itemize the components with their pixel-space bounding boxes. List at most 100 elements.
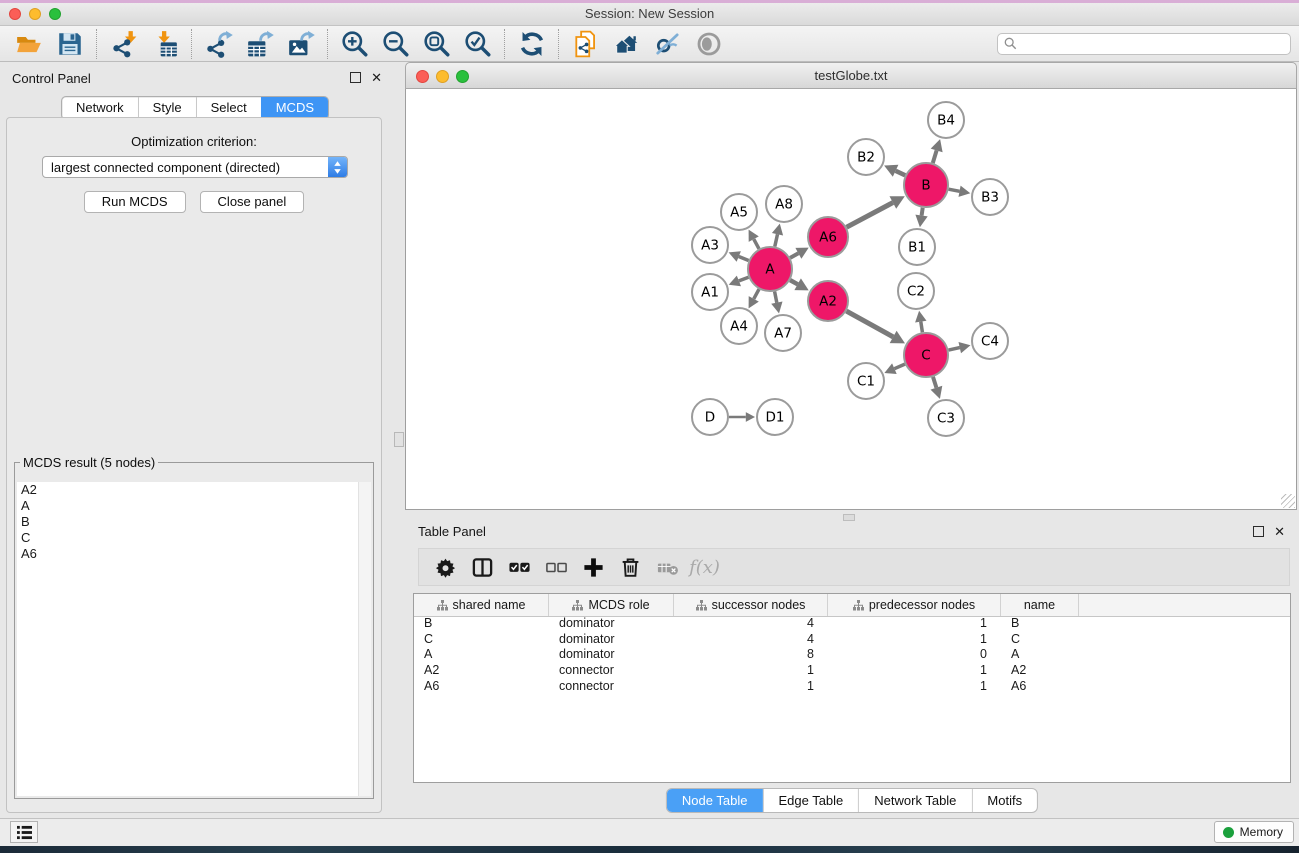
hide-graphics-icon[interactable] <box>647 28 688 59</box>
graph-node[interactable]: B2 <box>848 139 884 175</box>
tab-node-table[interactable]: Node Table <box>667 789 763 812</box>
close-network-button[interactable] <box>416 70 429 83</box>
tab-network-table[interactable]: Network Table <box>858 789 971 812</box>
graph-node[interactable]: A4 <box>721 308 757 344</box>
zoom-window-button[interactable] <box>49 8 61 20</box>
table-row[interactable]: Adominator80A <box>414 647 1290 663</box>
resize-grip-icon[interactable] <box>1281 494 1295 508</box>
minimize-window-button[interactable] <box>29 8 41 20</box>
add-icon[interactable] <box>575 552 612 582</box>
graph-node[interactable]: C3 <box>928 400 964 436</box>
table-row[interactable]: Bdominator41B <box>414 616 1290 632</box>
run-mcds-button[interactable]: Run MCDS <box>84 191 186 213</box>
graph-edge[interactable] <box>933 150 937 163</box>
tab-network[interactable]: Network <box>62 97 138 119</box>
column-header-shared-name[interactable]: shared name <box>414 594 549 616</box>
graph-edge[interactable] <box>949 348 960 351</box>
import-network-icon[interactable] <box>103 28 144 59</box>
graph-edge[interactable] <box>894 364 905 369</box>
network-graph[interactable]: AA1A2A3A4A5A6A7A8BB1B2B3B4CC1C2C3C4DD1 <box>406 89 1296 509</box>
search-input[interactable] <box>1021 36 1284 52</box>
select-all-icon[interactable] <box>501 552 538 582</box>
graph-node[interactable]: B <box>904 163 948 207</box>
graph-node[interactable]: A <box>748 247 792 291</box>
minimize-network-button[interactable] <box>436 70 449 83</box>
zoom-selected-icon[interactable] <box>457 28 498 59</box>
column-header-name[interactable]: name <box>1001 594 1079 616</box>
table-row[interactable]: A2connector11A2 <box>414 663 1290 679</box>
criterion-select[interactable]: largest connected component (directed) <box>42 156 348 178</box>
graph-node[interactable]: D1 <box>757 399 793 435</box>
graph-edge[interactable] <box>921 322 923 333</box>
graph-edge[interactable] <box>775 292 777 303</box>
show-columns-icon[interactable] <box>464 552 501 582</box>
graph-edge[interactable] <box>949 189 960 191</box>
graph-edge[interactable] <box>739 277 749 281</box>
zoom-fit-icon[interactable] <box>416 28 457 59</box>
table-row[interactable]: A6connector11A6 <box>414 679 1290 695</box>
table-row[interactable]: Cdominator41C <box>414 632 1290 648</box>
graph-edge[interactable] <box>790 280 798 284</box>
show-graphics-icon[interactable] <box>688 28 729 59</box>
network-canvas[interactable]: AA1A2A3A4A5A6A7A8BB1B2B3B4CC1C2C3C4DD1 <box>405 89 1297 510</box>
close-panel-icon[interactable]: ✕ <box>371 72 382 83</box>
import-table-icon[interactable] <box>144 28 185 59</box>
result-item[interactable]: A <box>17 498 359 514</box>
graph-edge[interactable] <box>754 289 759 299</box>
close-panel-button[interactable]: Close panel <box>200 191 305 213</box>
column-header-successor-nodes[interactable]: successor nodes <box>674 594 828 616</box>
deselect-all-icon[interactable] <box>538 552 575 582</box>
tab-edge-table[interactable]: Edge Table <box>762 789 858 812</box>
graph-edge[interactable] <box>933 377 936 388</box>
graph-node[interactable]: A3 <box>692 227 728 263</box>
column-header-predecessor-nodes[interactable]: predecessor nodes <box>828 594 1001 616</box>
graph-node[interactable]: C <box>904 333 948 377</box>
result-item[interactable]: A6 <box>17 546 359 562</box>
graph-edge[interactable] <box>896 171 906 176</box>
graph-node[interactable]: A2 <box>808 281 848 321</box>
task-history-button[interactable] <box>10 821 38 843</box>
refresh-icon[interactable] <box>511 28 552 59</box>
table-options-icon[interactable] <box>427 552 464 582</box>
tab-motifs[interactable]: Motifs <box>971 789 1037 812</box>
column-header-mcds-role[interactable]: MCDS role <box>549 594 674 616</box>
graph-edge[interactable] <box>847 203 893 228</box>
home-icon[interactable] <box>606 28 647 59</box>
graph-edge[interactable] <box>754 239 759 249</box>
tab-select[interactable]: Select <box>196 97 261 119</box>
close-window-button[interactable] <box>9 8 21 20</box>
zoom-out-icon[interactable] <box>375 28 416 59</box>
network-window-titlebar[interactable]: testGlobe.txt <box>405 62 1297 89</box>
vertical-divider-grip[interactable] <box>394 432 404 447</box>
graph-edge[interactable] <box>922 208 923 216</box>
tab-mcds[interactable]: MCDS <box>261 97 328 119</box>
graph-edge[interactable] <box>790 253 798 258</box>
function-builder-icon[interactable]: f(x) <box>686 552 723 582</box>
export-table-icon[interactable] <box>239 28 280 59</box>
graph-edge[interactable] <box>775 234 778 246</box>
graph-node[interactable]: B3 <box>972 179 1008 215</box>
close-panel-icon[interactable]: ✕ <box>1274 526 1285 537</box>
graph-node[interactable]: D <box>692 399 728 435</box>
save-session-icon[interactable] <box>49 28 90 59</box>
graph-node[interactable]: C2 <box>898 273 934 309</box>
graph-edge[interactable] <box>846 311 893 337</box>
graph-node[interactable]: A7 <box>765 315 801 351</box>
graph-node[interactable]: A1 <box>692 274 728 310</box>
float-panel-icon[interactable] <box>1253 526 1264 537</box>
clone-network-icon[interactable] <box>565 28 606 59</box>
graph-node[interactable]: B1 <box>899 229 935 265</box>
float-panel-icon[interactable] <box>350 72 361 83</box>
memory-button[interactable]: Memory <box>1214 821 1294 843</box>
delete-table-icon[interactable] <box>649 552 686 582</box>
graph-node[interactable]: A5 <box>721 194 757 230</box>
zoom-in-icon[interactable] <box>334 28 375 59</box>
result-scrollbar[interactable] <box>358 482 371 796</box>
tab-style[interactable]: Style <box>138 97 196 119</box>
export-image-icon[interactable] <box>280 28 321 59</box>
graph-node[interactable]: A6 <box>808 217 848 257</box>
result-item[interactable]: A2 <box>17 482 359 498</box>
open-file-icon[interactable] <box>8 28 49 59</box>
result-item[interactable]: B <box>17 514 359 530</box>
graph-node[interactable]: A8 <box>766 186 802 222</box>
